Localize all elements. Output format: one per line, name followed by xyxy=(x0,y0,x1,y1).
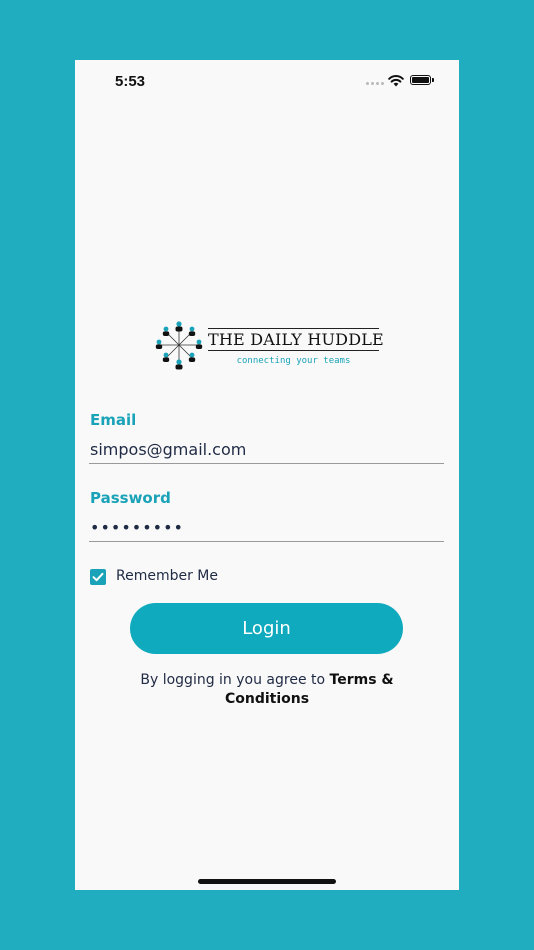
password-field[interactable] xyxy=(89,514,444,542)
battery-icon xyxy=(410,75,434,85)
logo-tagline: connecting your teams xyxy=(236,356,351,366)
terms-notice: By logging in you agree to Terms & Condi… xyxy=(115,671,419,709)
password-label: Password xyxy=(90,489,171,507)
login-button[interactable]: Login xyxy=(130,603,403,654)
app-logo: THE DAILY HUDDLE connecting your teams xyxy=(154,318,384,374)
status-time: 5:53 xyxy=(115,73,146,90)
email-label: Email xyxy=(90,411,137,429)
team-circle-icon xyxy=(155,321,203,370)
cellular-signal-icon xyxy=(366,82,384,86)
home-indicator[interactable] xyxy=(198,879,336,884)
email-field[interactable] xyxy=(89,436,444,464)
terms-prefix: By logging in you agree to xyxy=(140,672,330,688)
remember-me-label: Remember Me xyxy=(116,568,218,584)
remember-me-checkbox[interactable] xyxy=(90,569,106,585)
checkmark-icon xyxy=(92,572,104,582)
wifi-icon xyxy=(388,75,404,87)
logo-title: THE DAILY HUDDLE xyxy=(208,328,384,351)
status-bar: 5:53 xyxy=(75,60,459,104)
phone-screen: 5:53 THE DAILY HUDDLE connecting your te… xyxy=(75,60,459,890)
